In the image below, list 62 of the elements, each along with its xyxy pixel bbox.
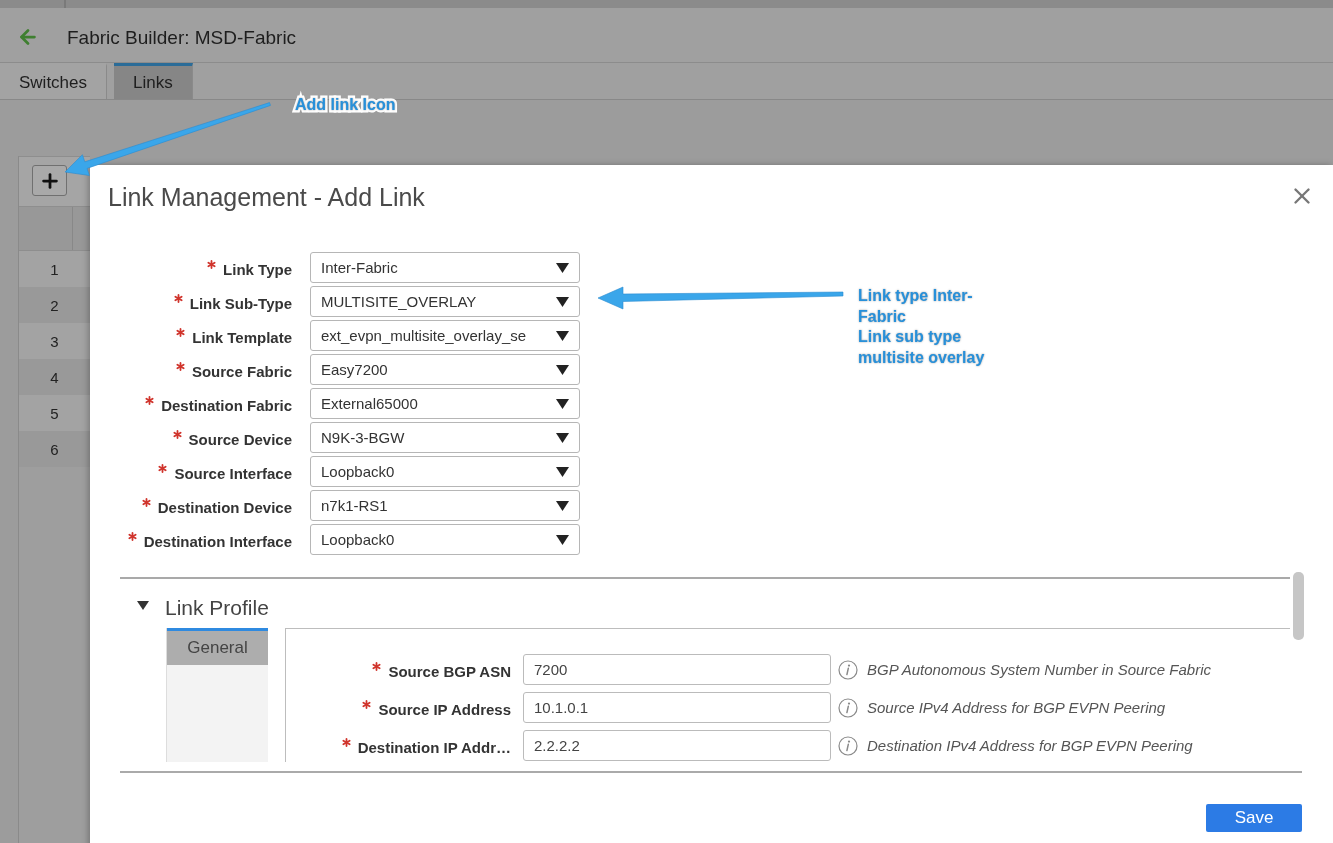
dropdown-caret-icon (556, 398, 569, 409)
help-text: BGP Autonomous System Number in Source Fabric (867, 661, 1213, 678)
vertical-tab[interactable]: General (167, 628, 268, 665)
callout-text: Add link Icon (295, 95, 397, 115)
table-row[interactable]: 2 (19, 287, 90, 323)
dropdown-select[interactable]: ext_evpn_multisite_overlay_se (310, 320, 580, 351)
field-label: Destination Interface (143, 533, 292, 550)
help-text: Source IPv4 Address for BGP EVPN Peering (867, 699, 1167, 716)
field-label: Destination IP Addr… (357, 739, 511, 756)
dropdown-select[interactable]: MULTISITE_OVERLAY (310, 286, 580, 317)
row-number: 1 (49, 260, 60, 278)
row-number: 5 (49, 404, 60, 422)
field-label: Source BGP ASN (388, 663, 511, 680)
save-button[interactable]: Save (1206, 804, 1302, 832)
row-number: 6 (49, 440, 60, 458)
dropdown-select[interactable]: Inter-Fabric (310, 252, 580, 283)
info-icon[interactable] (838, 735, 858, 756)
input-field[interactable]: 10.1.0.1 (523, 692, 831, 723)
dropdown-select[interactable]: Loopback0 (310, 456, 580, 487)
callout-text: Link type Inter-Fabric Link sub type multisite overlay (858, 286, 986, 368)
dropdown-caret-icon (556, 500, 569, 511)
dropdown-caret-icon (556, 432, 569, 443)
dropdown-caret-icon (556, 296, 569, 307)
info-icon[interactable] (838, 659, 858, 680)
tab[interactable]: Links (114, 63, 193, 99)
dropdown-select[interactable]: n7k1-RS1 (310, 490, 580, 521)
dropdown-select[interactable]: Easy7200 (310, 354, 580, 385)
dropdown-select[interactable]: Loopback0 (310, 524, 580, 555)
field-label: Link Sub-Type (189, 295, 292, 312)
dropdown-select[interactable]: External65000 (310, 388, 580, 419)
field-label: Source IP Address (378, 701, 511, 718)
row-number: 2 (49, 296, 60, 314)
field-label: Source Interface (174, 465, 292, 482)
row-number: 4 (49, 368, 60, 386)
dialog-title: Link Management - Add Link (108, 183, 425, 211)
table-row[interactable]: 1 (19, 251, 90, 287)
collapse-caret-icon[interactable] (137, 600, 149, 610)
table-row[interactable]: 3 (19, 323, 90, 359)
dropdown-caret-icon (556, 364, 569, 375)
field-label: Destination Fabric (161, 397, 292, 414)
add-button[interactable] (32, 165, 67, 196)
dropdown-caret-icon (556, 534, 569, 545)
input-field[interactable]: 7200 (523, 654, 831, 685)
field-label: Link Type (223, 261, 292, 278)
section-title: Link Profile (165, 596, 269, 620)
info-icon[interactable] (838, 697, 858, 718)
field-label: Destination Device (157, 499, 292, 516)
help-text: Destination IPv4 Address for BGP EVPN Peering (867, 737, 1194, 754)
dropdown-select[interactable]: N9K-3-BGW (310, 422, 580, 453)
dropdown-caret-icon (556, 466, 569, 477)
row-number: 3 (49, 332, 60, 350)
table-row[interactable]: 6 (19, 431, 90, 467)
table-row[interactable]: 5 (19, 395, 90, 431)
dropdown-caret-icon (556, 330, 569, 341)
table-row[interactable]: 4 (19, 359, 90, 395)
field-label: Source Device (188, 431, 292, 448)
scrollbar-thumb[interactable] (1293, 572, 1304, 640)
field-label: Link Template (192, 329, 292, 346)
page-title: Fabric Builder: MSD-Fabric (67, 27, 297, 49)
field-label: Source Fabric (191, 363, 292, 380)
input-field[interactable]: 2.2.2.2 (523, 730, 831, 761)
dropdown-caret-icon (556, 262, 569, 273)
